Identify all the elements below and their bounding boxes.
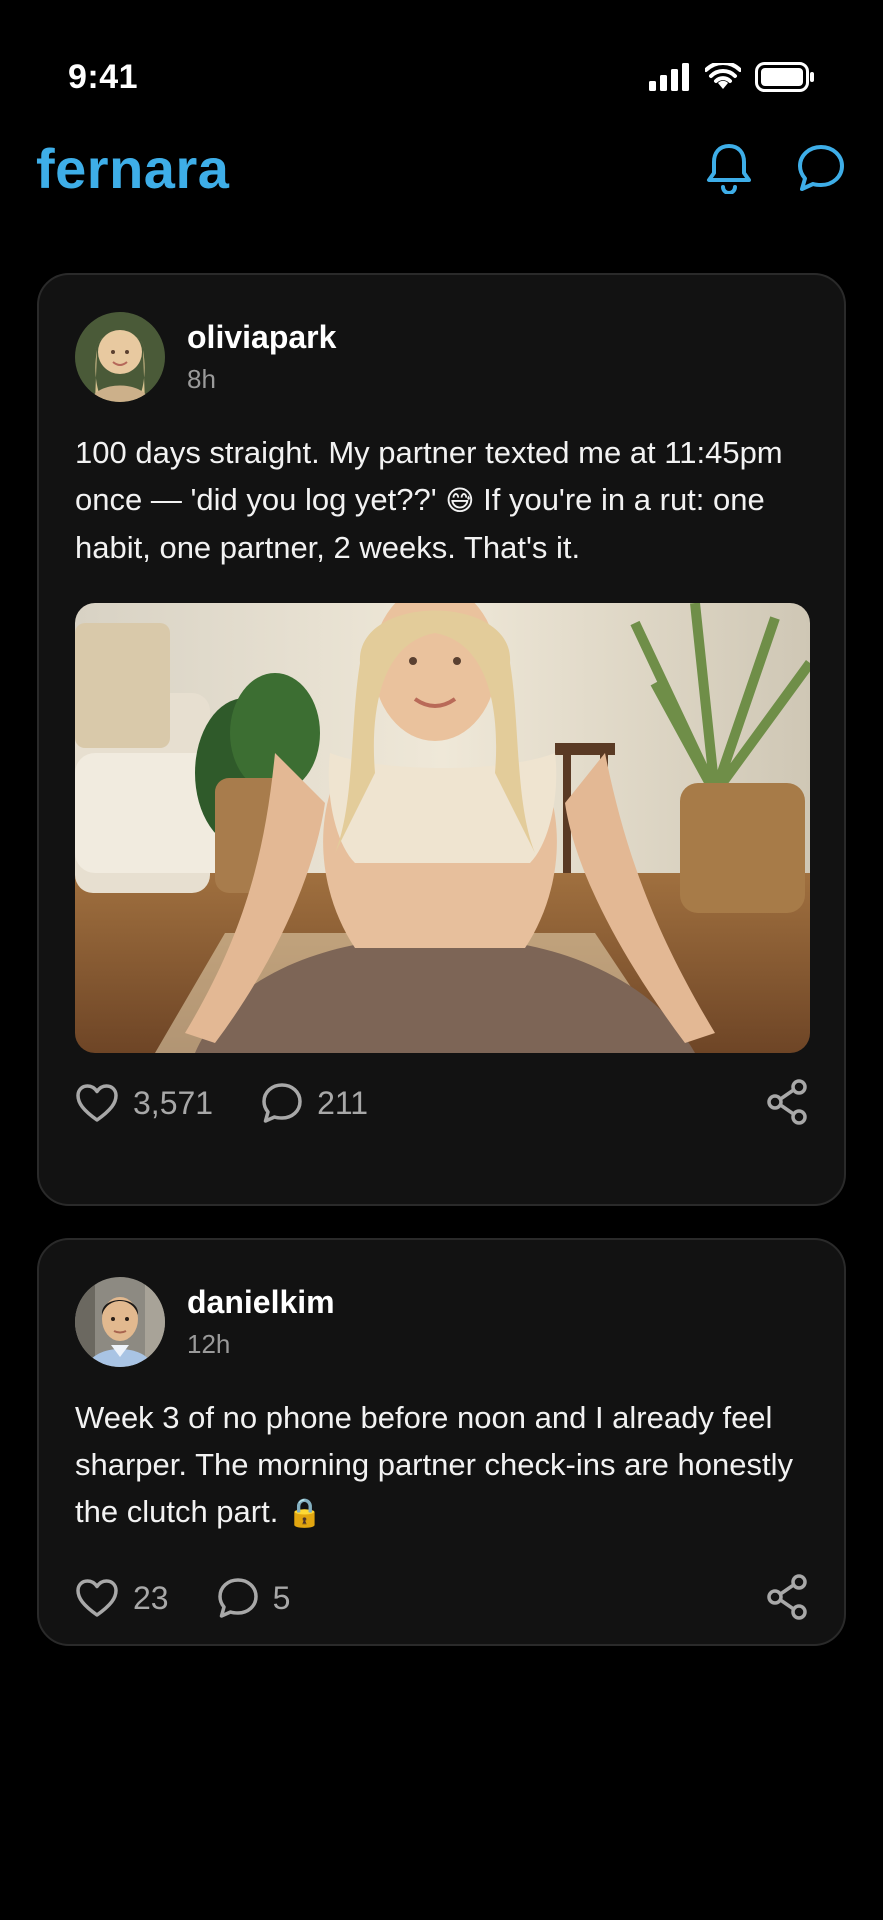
post-time: 12h	[187, 1329, 231, 1359]
post-actions: 23 5	[75, 1548, 808, 1648]
heart-icon	[76, 1084, 118, 1122]
wifi-icon	[705, 63, 741, 89]
chat-bubble-icon	[798, 145, 844, 191]
share-icon	[767, 1079, 807, 1125]
heart-icon	[76, 1579, 118, 1617]
post-header: danielkim 12h	[75, 1276, 808, 1368]
share-button[interactable]	[766, 1079, 808, 1130]
battery-icon	[755, 62, 814, 92]
comment-count: 5	[272, 1579, 291, 1616]
post-photo[interactable]	[75, 603, 810, 1053]
comment-button[interactable]: 211	[261, 1082, 368, 1124]
status-icons	[649, 62, 815, 92]
status-bar: 9:41	[0, 0, 883, 120]
like-count: 3,571	[133, 1084, 214, 1121]
author-name[interactable]: oliviapark	[187, 319, 336, 356]
grinning-sweat-emoji: 😅	[445, 485, 475, 516]
post-card: danielkim 12h Week 3 of no phone before …	[37, 1238, 846, 1646]
comment-icon	[262, 1083, 302, 1123]
messages-button[interactable]	[795, 142, 847, 194]
post-text: Week 3 of no phone before noon and I alr…	[75, 1394, 808, 1536]
like-button[interactable]: 23	[75, 1578, 169, 1618]
share-button[interactable]	[766, 1574, 808, 1625]
comment-count: 211	[317, 1084, 369, 1121]
like-count: 23	[133, 1579, 169, 1616]
bell-icon	[707, 144, 751, 194]
feed-screen: 9:41 fernara oliviapark 8h 100 days stra…	[0, 0, 883, 1920]
avatar[interactable]	[75, 312, 165, 402]
author-info: oliviapark 8h	[187, 319, 336, 395]
share-icon	[767, 1574, 807, 1620]
post-text: 100 days straight. My partner texted me …	[75, 429, 808, 571]
post-header: oliviapark 8h	[75, 311, 808, 403]
post-actions: 3,571 211	[75, 1053, 808, 1153]
avatar[interactable]	[75, 1277, 165, 1367]
post-time: 8h	[187, 364, 216, 394]
author-name[interactable]: danielkim	[187, 1284, 335, 1321]
notifications-button[interactable]	[703, 142, 755, 194]
header-actions	[703, 142, 847, 194]
post-text-main: Week 3 of no phone before noon and I alr…	[75, 1400, 793, 1529]
post-card: oliviapark 8h 100 days straight. My part…	[37, 273, 846, 1206]
comment-button[interactable]: 5	[217, 1577, 291, 1619]
app-header: fernara	[0, 130, 883, 210]
status-time: 9:41	[68, 58, 139, 96]
feed: oliviapark 8h 100 days straight. My part…	[37, 273, 846, 1678]
app-logo: fernara	[36, 137, 230, 200]
like-button[interactable]: 3,571	[75, 1083, 213, 1123]
comment-icon	[217, 1578, 258, 1618]
lock-emoji: 🔒	[286, 1497, 322, 1528]
cellular-signal-icon	[649, 63, 689, 91]
author-info: danielkim 12h	[187, 1284, 335, 1360]
